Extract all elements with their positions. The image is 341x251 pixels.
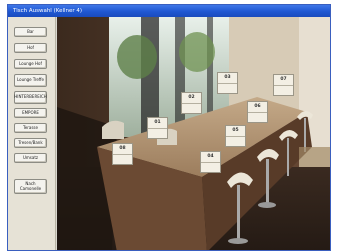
area-button-terasse[interactable]: Terasse (14, 123, 47, 133)
area-sidebar: Bar Hof Lounge Hof Lounge Treffe HINTERB… (8, 17, 56, 250)
table-number: 06 (248, 102, 267, 113)
area-button-hinterbereich[interactable]: HINTERBEREICH (14, 91, 47, 104)
area-button-hof[interactable]: Hof (14, 43, 47, 53)
table-01-button[interactable]: 01 (147, 117, 168, 139)
table-08-button[interactable]: 08 (112, 143, 133, 165)
area-button-bar[interactable]: Bar (14, 27, 47, 37)
area-button-lounge-hof[interactable]: Lounge Hof (14, 59, 47, 69)
area-button-nach-camonelle[interactable]: Nach Camonelle (14, 179, 47, 194)
area-button-tresen-bank[interactable]: Tresen/Bank (14, 138, 47, 148)
table-07-button[interactable]: 07 (273, 74, 294, 96)
table-06-button[interactable]: 06 (247, 101, 268, 123)
table-number: 04 (201, 152, 220, 163)
table-05-button[interactable]: 05 (225, 125, 246, 147)
restaurant-scene-image (57, 17, 330, 250)
table-number: 05 (226, 126, 245, 137)
area-button-lounge-treffe[interactable]: Lounge Treffe (14, 74, 47, 87)
table-selection-window: Tisch Auswahl (Kellner 4) Bar Hof Lounge… (7, 4, 331, 251)
table-04-button[interactable]: 04 (200, 151, 221, 173)
table-03-button[interactable]: 03 (217, 72, 238, 94)
area-button-empore[interactable]: EMPORE (14, 108, 47, 118)
window-title: Tisch Auswahl (Kellner 4) (8, 5, 330, 17)
restaurant-floor-photo: 01 02 03 04 05 06 07 08 (57, 17, 330, 250)
table-number: 08 (113, 144, 132, 155)
table-number: 03 (218, 73, 237, 84)
area-button-umsatz[interactable]: Umsatz (14, 153, 47, 163)
table-number: 02 (182, 93, 201, 104)
table-number: 01 (148, 118, 167, 129)
table-02-button[interactable]: 02 (181, 92, 202, 114)
table-number: 07 (274, 75, 293, 86)
